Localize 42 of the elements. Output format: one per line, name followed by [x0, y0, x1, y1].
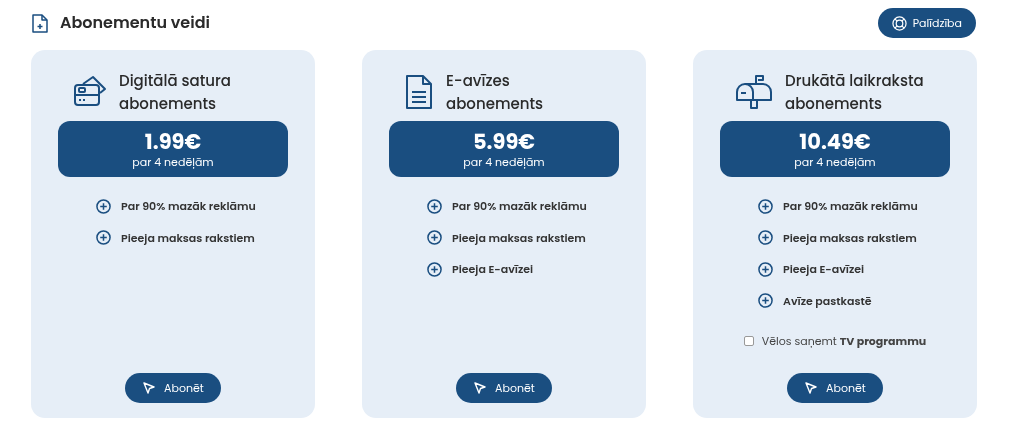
price-period: par 4 nedēļām — [132, 155, 214, 169]
plus-circle-icon — [96, 198, 111, 214]
help-button[interactable]: Palīdzība — [877, 8, 976, 38]
feature-text: Pieeja E-avīzei — [452, 261, 534, 278]
plan-title: Drukātā laikraksta abonements — [785, 69, 925, 115]
mailbox-icon — [735, 74, 773, 110]
page-title: Abonementu veidi — [60, 11, 210, 35]
plan-title: E-avīzes abonements — [446, 69, 545, 115]
cursor-icon — [804, 381, 819, 395]
plus-circle-icon — [758, 230, 773, 246]
subscribe-button[interactable]: Abonēt — [456, 373, 552, 403]
feature-text: Par 90% mazāk reklāmu — [452, 198, 587, 215]
feature-text: Pieeja E-avīzei — [783, 261, 865, 278]
subscribe-button[interactable]: Abonēt — [787, 373, 883, 403]
document-plus-icon — [32, 13, 48, 33]
plus-circle-icon — [427, 230, 442, 246]
plus-circle-icon — [758, 198, 773, 214]
price: 5.99€ — [472, 129, 536, 155]
subscribe-button[interactable]: Abonēt — [125, 373, 221, 403]
feature-text: Avīze pastkastē — [783, 292, 872, 309]
plus-circle-icon — [427, 198, 442, 214]
checkbox-label: Vēlos saņemt TV programmu — [761, 333, 927, 350]
feature-text: Pieeja maksas rakstiem — [452, 229, 586, 246]
plus-circle-icon — [427, 261, 442, 277]
credit-cards-icon — [73, 75, 107, 109]
price-period: par 4 nedēļām — [463, 155, 545, 169]
cursor-icon — [142, 381, 157, 395]
plus-circle-icon — [758, 261, 773, 277]
price: 10.49€ — [799, 129, 871, 155]
checkbox[interactable] — [743, 336, 754, 347]
document-icon — [404, 74, 434, 110]
plus-circle-icon — [758, 293, 773, 309]
feature-text: Par 90% mazāk reklāmu — [121, 198, 256, 215]
plus-circle-icon — [96, 230, 111, 246]
feature-text: Pieeja maksas rakstiem — [121, 229, 255, 246]
feature-text: Par 90% mazāk reklāmu — [783, 198, 918, 215]
cursor-icon — [473, 381, 488, 395]
feature-text: Pieeja maksas rakstiem — [783, 229, 917, 246]
plan-title: Digitālā satura abonements — [119, 69, 232, 115]
price: 1.99€ — [144, 129, 202, 155]
lifebuoy-icon — [891, 15, 907, 31]
price-period: par 4 nedēļām — [794, 155, 876, 169]
